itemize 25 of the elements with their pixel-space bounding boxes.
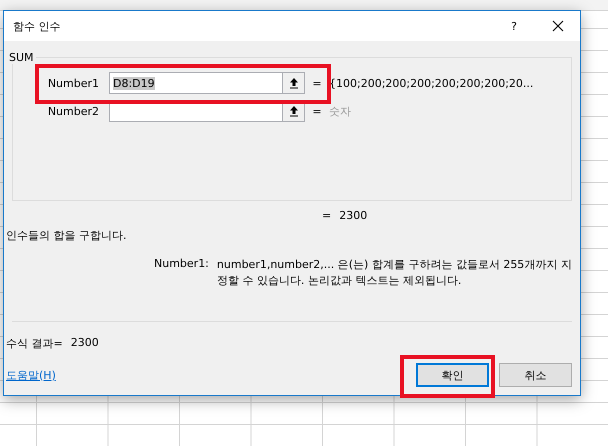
argument-help-label: Number1: <box>154 257 209 272</box>
upload-arrow-icon <box>288 77 298 89</box>
argument-value: D8:D19 <box>113 76 155 90</box>
help-button[interactable]: ? <box>492 11 536 41</box>
formula-result-value: 2300 <box>70 336 99 351</box>
equals-sign: = <box>311 76 323 90</box>
equals-sign: = <box>311 104 323 118</box>
argument-label: Number2 <box>46 104 100 118</box>
argument-result: {100;200;200;200;200;200;200;20... <box>329 76 534 90</box>
ok-button[interactable]: 확인 <box>416 363 489 387</box>
argument-help-text: number1,number2,... 은(는) 합계를 구하려는 값들로서 255개까지 지정할 수 있습니다. 논리값과 텍스트는 제외됩니다. <box>216 257 572 289</box>
function-description: 인수들의 합을 구합니다. <box>6 228 128 243</box>
upload-arrow-icon <box>288 105 298 117</box>
cancel-button[interactable]: 취소 <box>499 363 572 387</box>
type-hint: 숫자 <box>329 104 351 118</box>
collapse-button[interactable] <box>282 73 304 93</box>
argument-label: Number1 <box>46 76 100 90</box>
close-icon <box>552 20 564 32</box>
formula-result-label: 수식 결과= <box>6 336 63 351</box>
argument-input[interactable]: D8:D19 <box>109 72 305 94</box>
equals-sign: = <box>322 209 332 222</box>
function-total: 2300 <box>339 209 368 222</box>
window-title: 함수 인수 <box>13 18 62 34</box>
function-name: SUM <box>8 51 35 64</box>
help-link[interactable]: 도움말(H) <box>6 368 406 382</box>
